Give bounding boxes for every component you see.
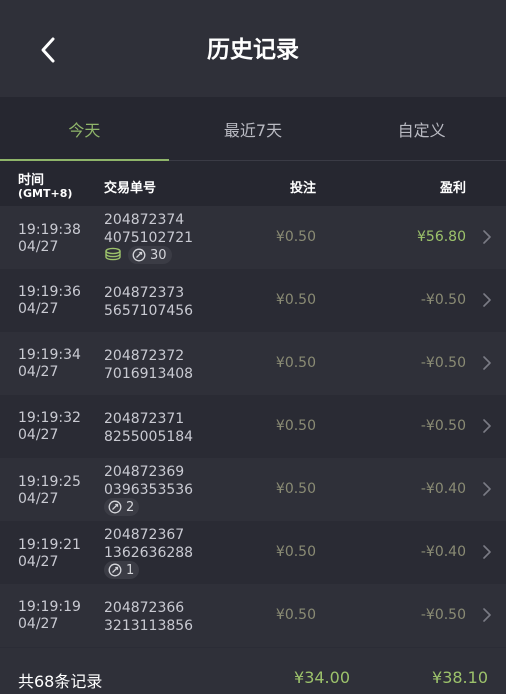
- row-order-number: 204872374 4075102721: [104, 211, 193, 247]
- table-row[interactable]: 19:19:25 04/27 204872369 0396353536 2 ¥0…: [0, 458, 506, 521]
- record-count: 共68条记录: [18, 672, 103, 691]
- row-datetime: 19:19:38 04/27: [18, 222, 81, 256]
- row-date: 04/27: [18, 364, 59, 380]
- row-time: 19:19:21: [18, 537, 81, 553]
- row-order-part-2: 5657107456: [104, 303, 194, 319]
- total-bet: ¥34.00: [294, 668, 350, 687]
- row-time: 19:19:38: [18, 222, 81, 238]
- page-title: 历史记录: [207, 37, 299, 63]
- row-order-part-1: 204872366: [104, 600, 185, 616]
- chevron-right-icon: [483, 356, 491, 370]
- spin-icon: [108, 500, 122, 514]
- row-date: 04/27: [18, 239, 59, 255]
- row-profit: -¥0.50: [420, 292, 466, 308]
- row-profit: ¥56.80: [417, 229, 466, 245]
- tab-last-7-days[interactable]: 最近7天: [169, 97, 338, 160]
- total-profit: ¥38.10: [432, 668, 488, 687]
- row-time: 19:19:36: [18, 284, 81, 300]
- row-bet: ¥0.50: [275, 418, 316, 434]
- row-profit: -¥0.50: [420, 418, 466, 434]
- row-bet: ¥0.50: [275, 607, 316, 623]
- row-order-part-1: 204872369: [104, 464, 185, 480]
- row-order-number: 204872367 1362636288: [104, 526, 193, 562]
- row-date: 04/27: [18, 427, 59, 443]
- row-order-part-2: 3213113856: [104, 618, 194, 634]
- row-datetime: 19:19:19 04/27: [18, 599, 81, 633]
- row-bet: ¥0.50: [275, 355, 316, 371]
- row-datetime: 19:19:21 04/27: [18, 537, 81, 571]
- row-order-part-1: 204872373: [104, 285, 185, 301]
- free-spin-badge: 30: [128, 246, 172, 264]
- row-order-part-2: 0396353536: [104, 482, 194, 498]
- row-time: 19:19:19: [18, 599, 81, 615]
- column-order-number: 交易单号: [104, 181, 157, 196]
- chevron-right-icon: [483, 482, 491, 496]
- row-datetime: 19:19:34 04/27: [18, 347, 81, 381]
- tab-custom[interactable]: 自定义: [337, 97, 506, 160]
- table-row[interactable]: 19:19:19 04/27 204872366 3213113856 ¥0.5…: [0, 584, 506, 647]
- app-header: 历史记录: [0, 0, 506, 97]
- table-row[interactable]: 19:19:21 04/27 204872367 1362636288 1 ¥0…: [0, 521, 506, 584]
- table-row[interactable]: 19:19:38 04/27 204872374 4075102721 30 ¥…: [0, 206, 506, 269]
- row-order-number: 204872373 5657107456: [104, 284, 193, 320]
- row-profit: -¥0.40: [420, 544, 466, 560]
- row-badges: 1: [104, 561, 140, 579]
- table-header: 时间 (GMT+8) 交易单号 投注 盈利: [0, 161, 506, 206]
- row-datetime: 19:19:32 04/27: [18, 410, 81, 444]
- column-profit: 盈利: [439, 181, 466, 196]
- row-bet: ¥0.50: [275, 544, 316, 560]
- row-order-part-2: 4075102721: [104, 230, 194, 246]
- row-badges: 2: [104, 498, 140, 516]
- summary-footer: 共68条记录 ¥34.00 ¥38.10: [0, 648, 506, 694]
- row-order-part-1: 204872371: [104, 411, 185, 427]
- badge-count: 2: [126, 499, 135, 515]
- column-timezone: (GMT+8): [18, 187, 73, 200]
- row-bet: ¥0.50: [275, 481, 316, 497]
- badge-count: 1: [126, 562, 135, 578]
- free-spin-badge: 2: [104, 498, 140, 516]
- date-range-tabs: 今天 最近7天 自定义: [0, 97, 506, 161]
- row-order-part-1: 204872374: [104, 212, 185, 228]
- row-order-part-1: 204872372: [104, 348, 185, 364]
- row-profit: -¥0.40: [420, 481, 466, 497]
- row-order-number: 204872372 7016913408: [104, 347, 193, 383]
- badge-count: 30: [150, 247, 167, 263]
- row-time: 19:19:34: [18, 347, 81, 363]
- free-spin-badge: 1: [104, 561, 140, 579]
- row-date: 04/27: [18, 554, 59, 570]
- chevron-right-icon: [483, 293, 491, 307]
- row-bet: ¥0.50: [275, 229, 316, 245]
- row-order-part-1: 204872367: [104, 527, 185, 543]
- row-badges: 30: [104, 246, 172, 264]
- chevron-right-icon: [483, 230, 491, 244]
- row-order-part-2: 8255005184: [104, 429, 194, 445]
- row-order-part-2: 1362636288: [104, 545, 194, 561]
- row-order-number: 204872369 0396353536: [104, 463, 193, 499]
- chevron-right-icon: [483, 419, 491, 433]
- row-order-number: 204872366 3213113856: [104, 599, 193, 635]
- row-date: 04/27: [18, 616, 59, 632]
- chevron-right-icon: [483, 608, 491, 622]
- row-profit: -¥0.50: [420, 355, 466, 371]
- spin-icon: [132, 248, 146, 262]
- coins-icon: [105, 247, 121, 261]
- spin-icon: [108, 563, 122, 577]
- table-row[interactable]: 19:19:32 04/27 204872371 8255005184 ¥0.5…: [0, 395, 506, 458]
- row-order-part-2: 7016913408: [104, 366, 194, 382]
- row-date: 04/27: [18, 491, 59, 507]
- row-time: 19:19:25: [18, 474, 81, 490]
- row-time: 19:19:32: [18, 410, 81, 426]
- row-datetime: 19:19:25 04/27: [18, 474, 81, 508]
- table-row[interactable]: 19:19:36 04/27 204872373 5657107456 ¥0.5…: [0, 269, 506, 332]
- row-date: 04/27: [18, 301, 59, 317]
- row-bet: ¥0.50: [275, 292, 316, 308]
- column-time: 时间: [18, 173, 45, 188]
- chevron-right-icon: [483, 545, 491, 559]
- row-order-number: 204872371 8255005184: [104, 410, 193, 446]
- row-profit: -¥0.50: [420, 607, 466, 623]
- table-row[interactable]: 19:19:34 04/27 204872372 7016913408 ¥0.5…: [0, 332, 506, 395]
- column-bet: 投注: [289, 181, 316, 196]
- row-datetime: 19:19:36 04/27: [18, 284, 81, 318]
- tab-today[interactable]: 今天: [0, 97, 169, 161]
